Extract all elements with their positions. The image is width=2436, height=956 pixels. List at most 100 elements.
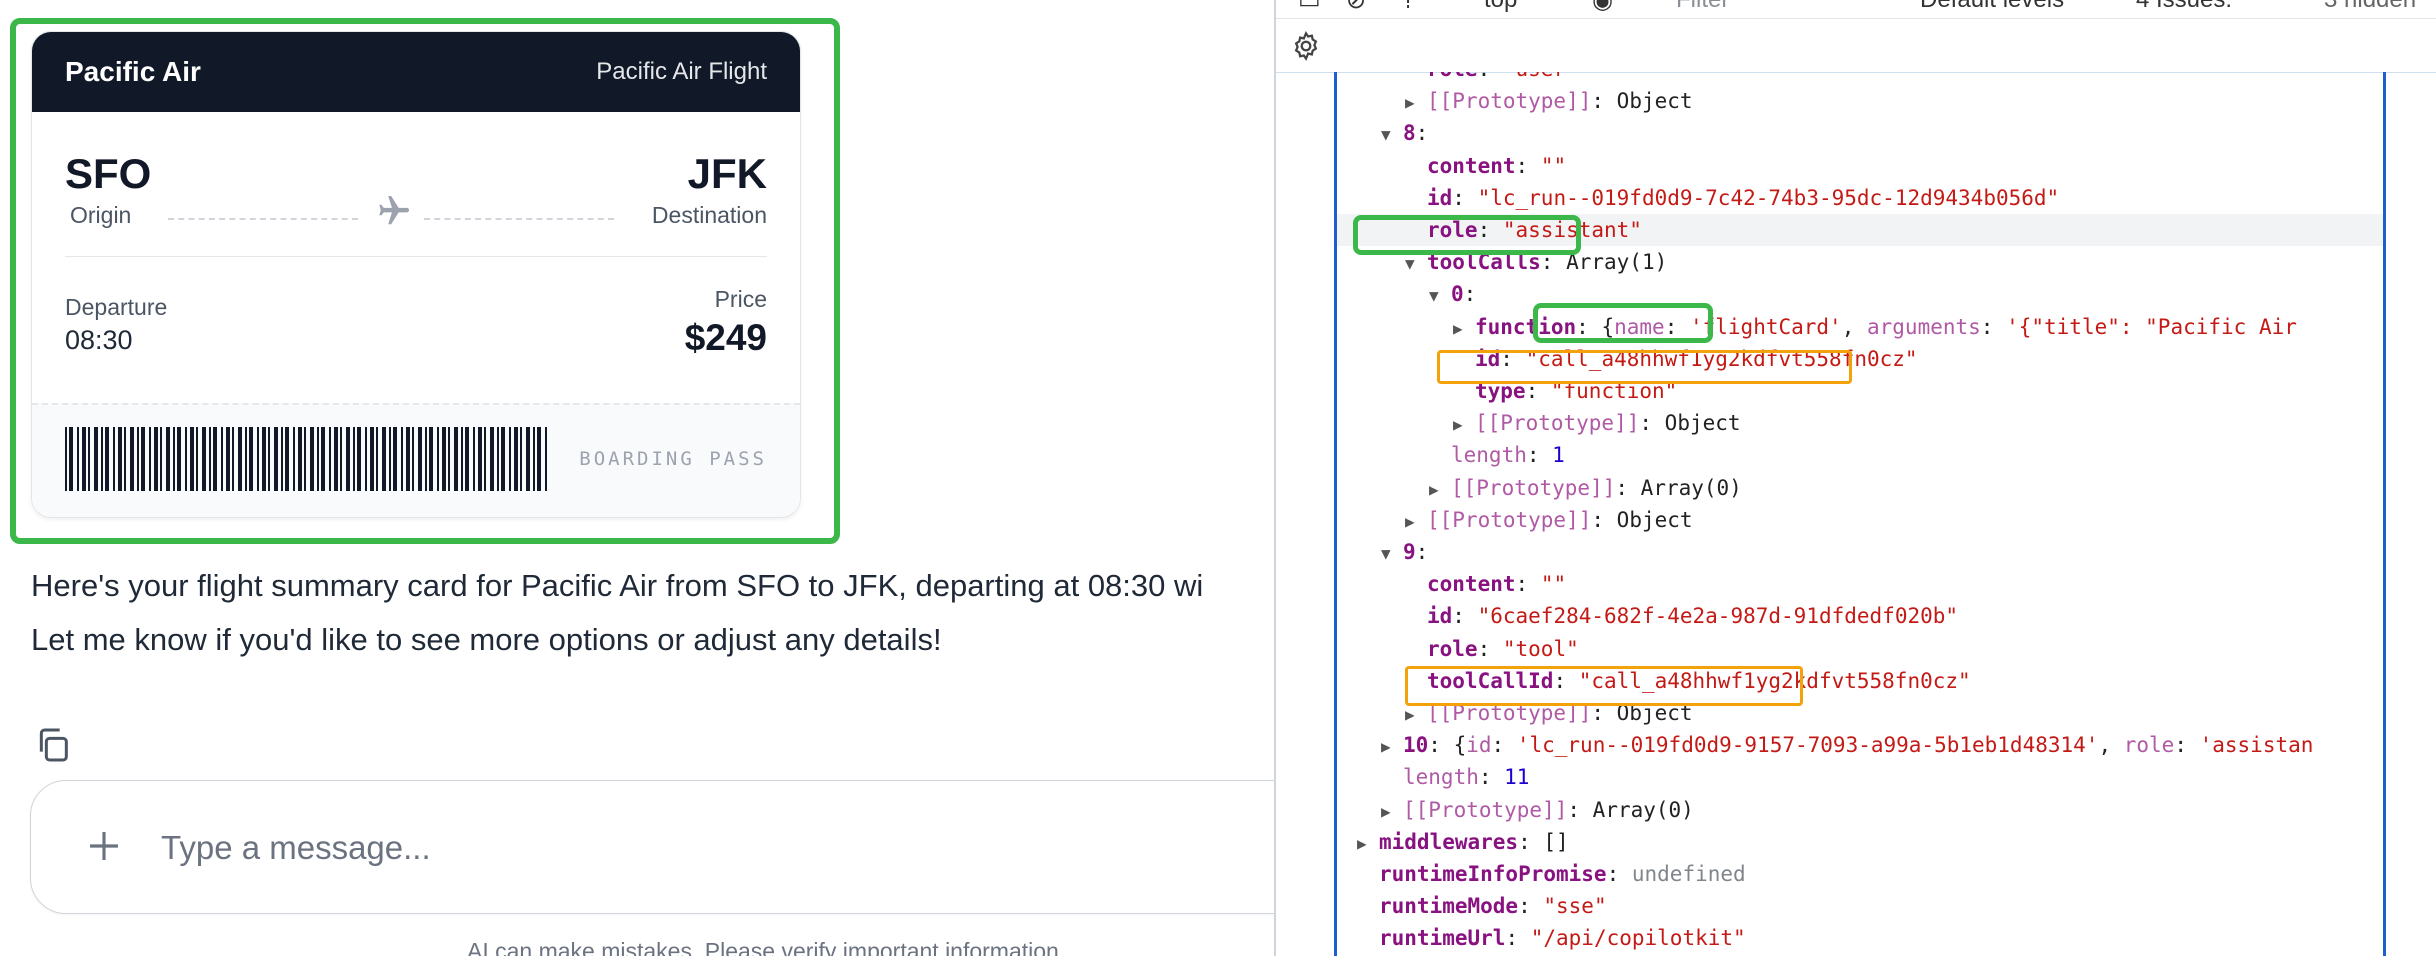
context-selector[interactable]: top bbox=[1484, 0, 1517, 14]
expand-triangle-icon[interactable]: ▶ bbox=[1357, 828, 1379, 860]
barcode-bar bbox=[418, 427, 422, 491]
boarding-pass-label: BOARDING PASS bbox=[579, 448, 767, 470]
tree-row: role: "user" bbox=[1337, 72, 2383, 85]
barcode-bar bbox=[137, 427, 139, 491]
barcode-bar bbox=[425, 427, 427, 491]
tree-key: [[Prototype]] bbox=[1403, 797, 1568, 822]
barcode-bar bbox=[274, 427, 278, 491]
tree-row[interactable]: ▶ [[Prototype]]: Array(0) bbox=[1337, 794, 2383, 826]
barcode-bar bbox=[257, 427, 259, 491]
tree-key: runtimeMode bbox=[1379, 894, 1519, 919]
tree-value: "lc_run--019fd0d9-7c42-74b3-95dc-12d9434… bbox=[1477, 185, 2060, 210]
highlight-role-assistant bbox=[1353, 215, 1581, 255]
card-divider bbox=[65, 256, 767, 257]
departure-label: Departure bbox=[65, 294, 168, 320]
tree-row[interactable]: ▶ [[Prototype]]: Object bbox=[1337, 504, 2383, 536]
barcode-bar bbox=[346, 427, 350, 491]
tree-separator: : bbox=[1526, 443, 1553, 468]
collapse-triangle-icon[interactable]: ▼ bbox=[1381, 538, 1403, 570]
barcode-bar bbox=[130, 427, 134, 491]
barcode-bar bbox=[454, 427, 458, 491]
collapse-triangle-icon[interactable]: ▼ bbox=[1381, 119, 1403, 151]
issues-counter[interactable]: 4 Issues: bbox=[2136, 0, 2232, 14]
assistant-message-line-1: Here's your flight summary card for Paci… bbox=[31, 568, 1204, 603]
route-line-right bbox=[424, 218, 614, 220]
barcode-bar bbox=[382, 427, 386, 491]
barcode-bar bbox=[154, 427, 158, 491]
plus-icon[interactable] bbox=[83, 825, 125, 867]
barcode-bar bbox=[304, 427, 306, 491]
barcode-bar bbox=[166, 427, 170, 491]
barcode-bar bbox=[238, 427, 242, 491]
origin-code: SFO bbox=[65, 150, 152, 197]
tree-value: 1 bbox=[1552, 443, 1565, 468]
barcode-bar bbox=[281, 427, 283, 491]
tree-row: runtimeInfoPromise: undefined bbox=[1337, 858, 2383, 890]
expand-triangle-icon[interactable]: ▶ bbox=[1381, 796, 1403, 828]
origin-label: Origin bbox=[70, 202, 132, 228]
barcode-bar bbox=[82, 427, 86, 491]
tree-separator: : bbox=[1415, 540, 1429, 564]
tree-key: middlewares bbox=[1379, 829, 1519, 854]
barcode-bar bbox=[461, 427, 463, 491]
console-settings-row bbox=[1276, 18, 2436, 73]
barcode-bar bbox=[202, 427, 206, 491]
barcode-bar bbox=[509, 427, 511, 491]
assistant-message-line-2: Let me know if you'd like to see more op… bbox=[31, 622, 942, 657]
barcode-bar bbox=[310, 427, 314, 491]
upload-icon[interactable]: ⇡ bbox=[1398, 0, 1418, 15]
eye-icon[interactable]: ◉ bbox=[1592, 0, 1613, 15]
tree-key: runtimeInfoPromise bbox=[1379, 862, 1607, 886]
card-airline: Pacific Air bbox=[65, 56, 201, 87]
expand-triangle-icon[interactable]: ▶ bbox=[1429, 474, 1451, 506]
barcode-bar bbox=[226, 427, 230, 491]
tree-row[interactable]: ▶ [[Prototype]]: Object bbox=[1337, 85, 2383, 117]
barcode-bar bbox=[497, 427, 499, 491]
tree-row[interactable]: ▶ 10: {id: 'lc_run--019fd0d9-9157-7093-a9… bbox=[1337, 729, 2383, 761]
barcode-graphic bbox=[65, 427, 547, 491]
tree-row[interactable]: ▶ function: {name: 'flightCard', argument… bbox=[1337, 311, 2383, 343]
barcode-bar bbox=[520, 427, 522, 491]
collapse-triangle-icon[interactable]: ▼ bbox=[1429, 280, 1451, 312]
tree-separator: : bbox=[1428, 733, 1454, 758]
tree-value: [] bbox=[1543, 829, 1569, 854]
clear-console-icon[interactable]: ⊘ bbox=[1346, 0, 1366, 15]
tree-value: Object bbox=[1616, 507, 1693, 532]
tree-key: [[Prototype]] bbox=[1475, 411, 1640, 436]
log-levels-dropdown[interactable]: Default levels bbox=[1920, 0, 2064, 14]
barcode-bar bbox=[317, 427, 319, 491]
barcode-bar bbox=[442, 427, 446, 491]
tree-separator: : bbox=[1591, 89, 1617, 114]
expand-triangle-icon[interactable]: ▶ bbox=[1453, 313, 1475, 345]
tree-row[interactable]: ▼ 0: bbox=[1337, 278, 2383, 310]
tree-row[interactable]: ▶ middlewares: [] bbox=[1337, 826, 2383, 858]
tree-key: [[Prototype]] bbox=[1427, 89, 1592, 114]
barcode-bar bbox=[321, 427, 325, 491]
tree-value: undefined bbox=[1631, 862, 1746, 886]
barcode-bar bbox=[298, 427, 302, 491]
barcode-bar bbox=[412, 427, 414, 491]
expand-triangle-icon[interactable]: ▶ bbox=[1405, 87, 1427, 119]
barcode-bar bbox=[429, 427, 433, 491]
tree-row[interactable]: ▼ 8: bbox=[1337, 117, 2383, 149]
destination-label: Destination bbox=[651, 202, 767, 228]
tree-row[interactable]: ▶ [[Prototype]]: Object bbox=[1337, 407, 2383, 439]
barcode-bar bbox=[245, 427, 247, 491]
tree-separator: : bbox=[1515, 572, 1541, 597]
message-input[interactable] bbox=[159, 815, 1263, 881]
settings-gear-icon[interactable] bbox=[1290, 30, 1322, 62]
tree-row[interactable]: ▼ 9: bbox=[1337, 536, 2383, 568]
barcode-bar bbox=[88, 427, 90, 491]
expand-triangle-icon[interactable]: ▶ bbox=[1381, 731, 1403, 763]
filter-input[interactable]: Filter bbox=[1676, 0, 1729, 14]
barcode-bar bbox=[448, 427, 450, 491]
barcode-bar bbox=[376, 427, 378, 491]
barcode-bar bbox=[190, 427, 194, 491]
expand-triangle-icon[interactable]: ▶ bbox=[1405, 506, 1427, 538]
sidebar-toggle-icon[interactable]: ▭ bbox=[1298, 0, 1321, 15]
barcode-bar bbox=[293, 427, 295, 491]
tree-row[interactable]: ▶ [[Prototype]]: Array(0) bbox=[1337, 472, 2383, 504]
tree-value: "/api/copilotkit" bbox=[1530, 926, 1746, 951]
expand-triangle-icon[interactable]: ▶ bbox=[1453, 409, 1475, 441]
copy-icon[interactable] bbox=[33, 725, 73, 765]
